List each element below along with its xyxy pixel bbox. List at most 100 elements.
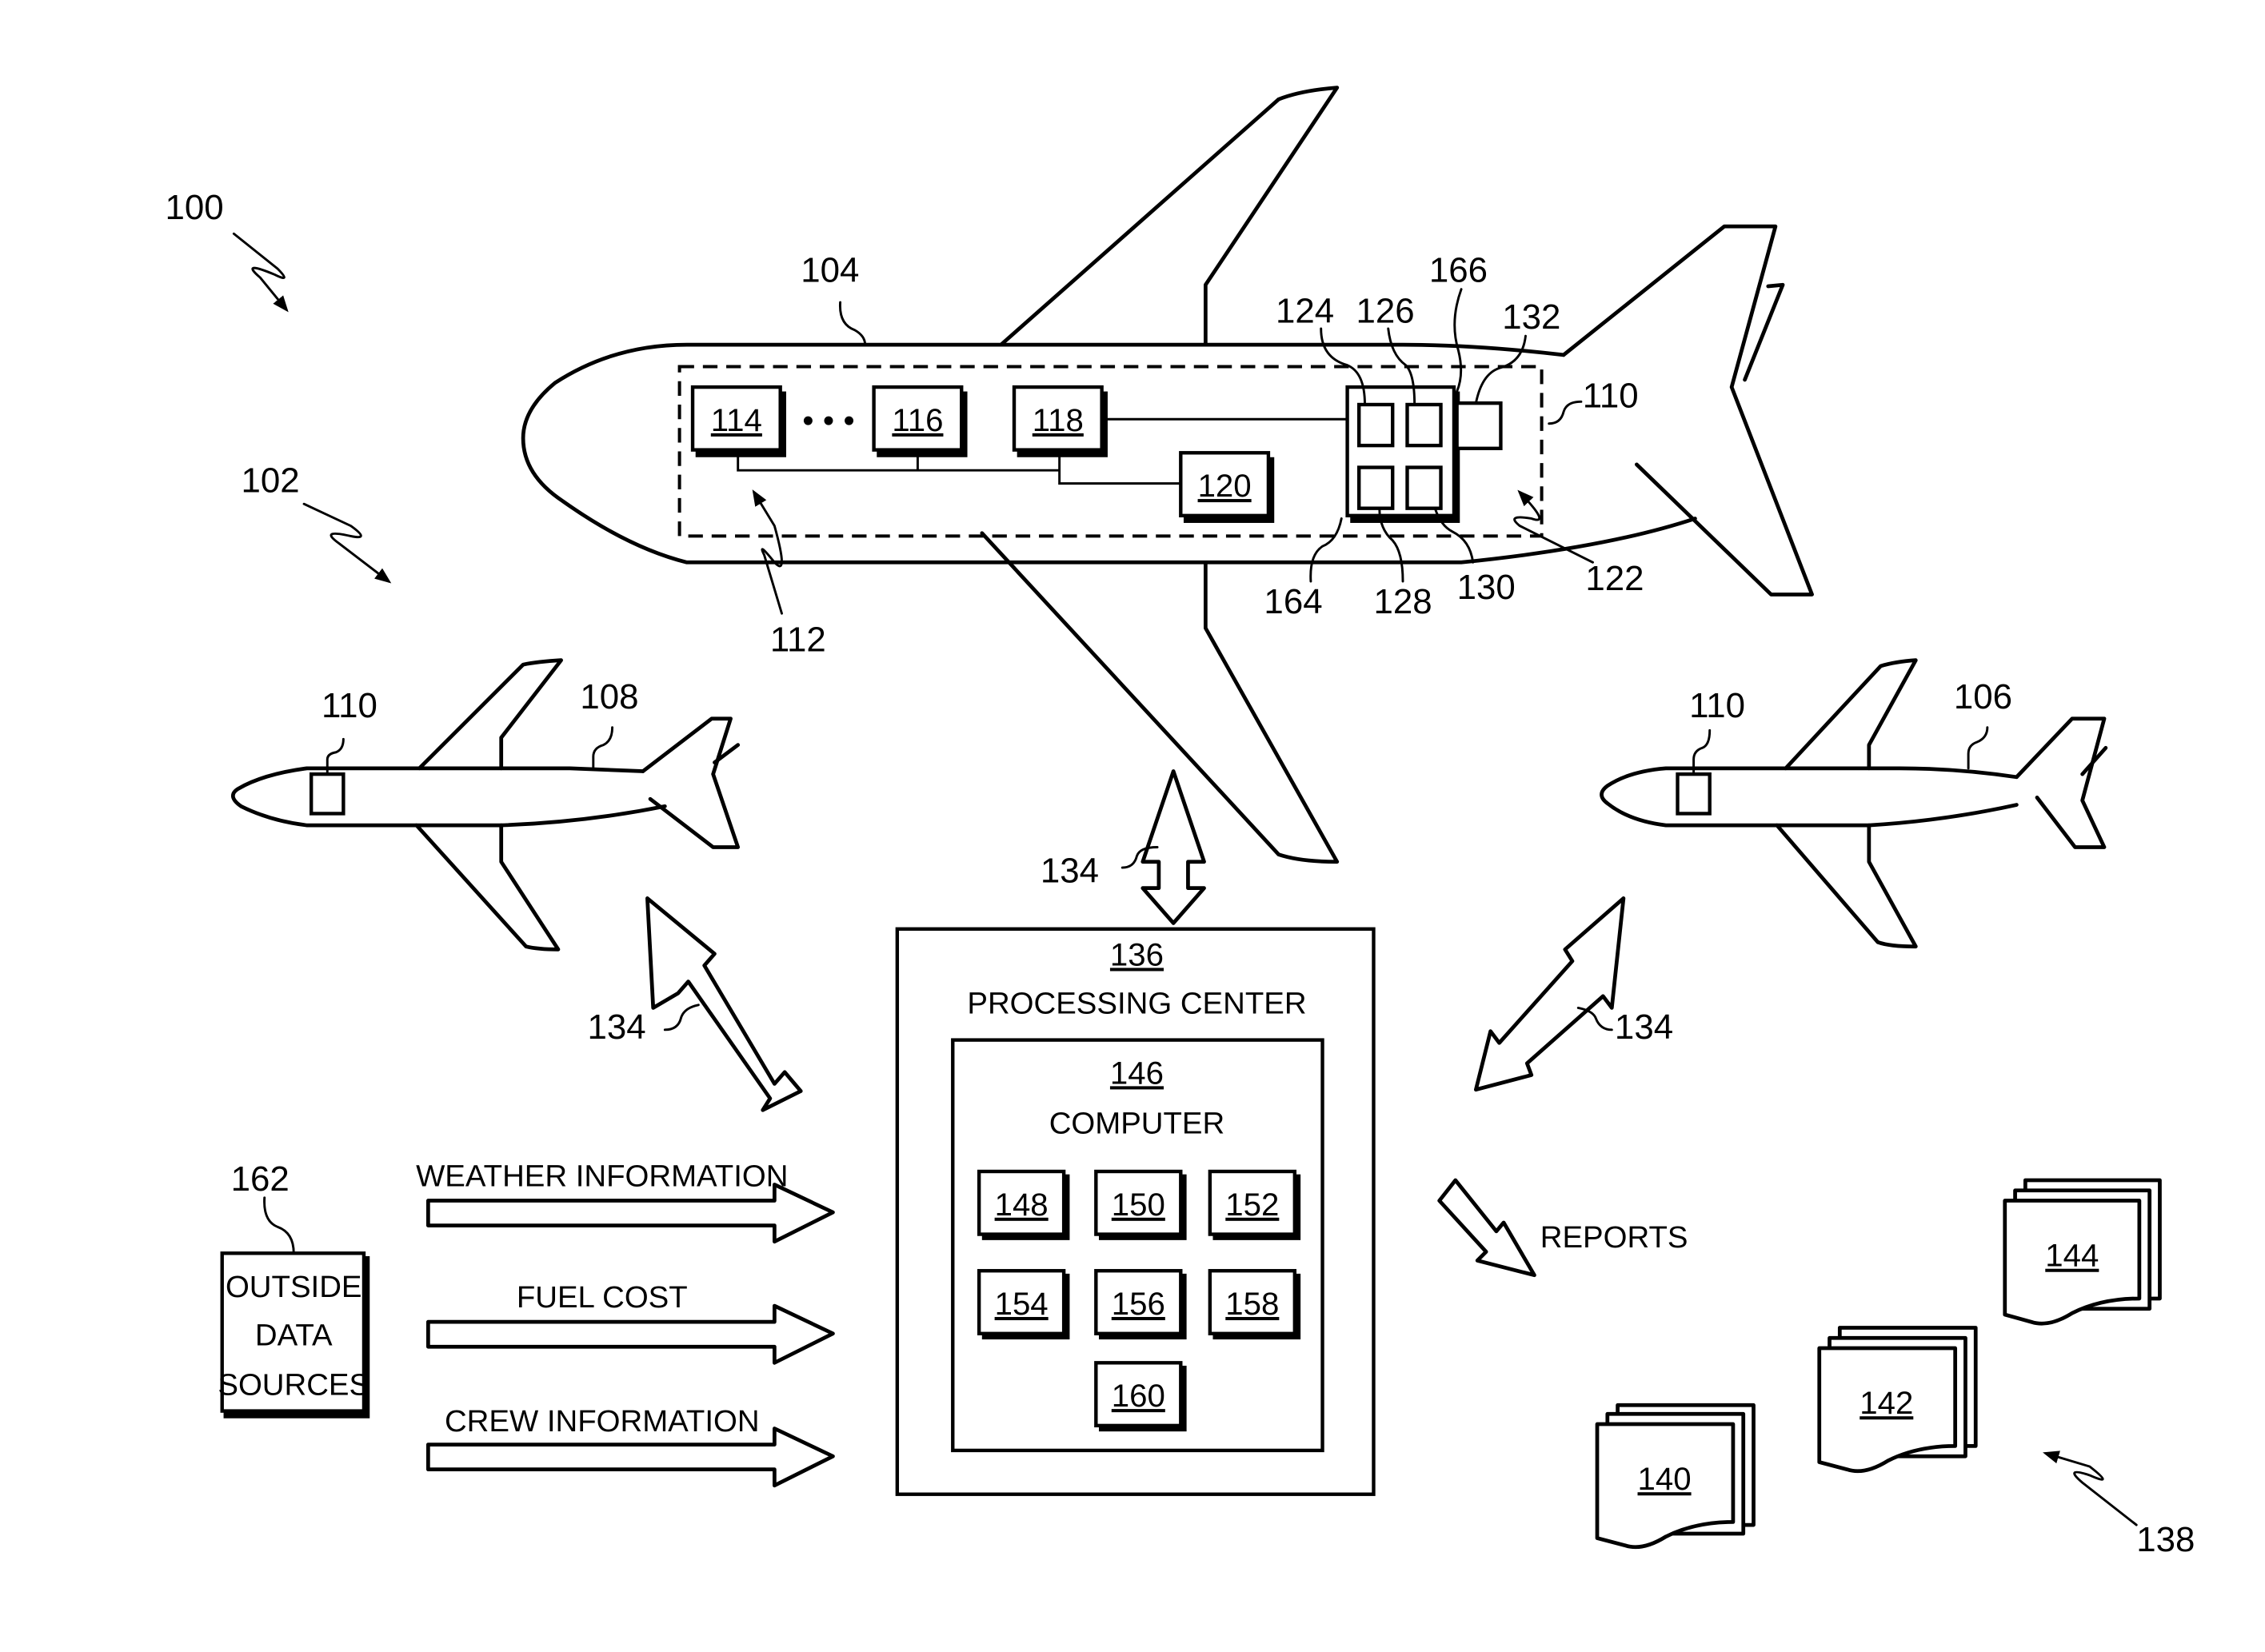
- computer-ref: 146: [1110, 1055, 1164, 1091]
- computer-module-158[interactable]: 158: [1208, 1269, 1301, 1340]
- bidirectional-arrow-left-icon: [645, 896, 803, 1112]
- left-lower-wing: [414, 823, 561, 952]
- input-crew-label: CREW INFORMATION: [445, 1404, 760, 1439]
- fleet-ref-arrow-icon: [302, 502, 392, 584]
- module-114-label: 114: [711, 402, 762, 438]
- computer-module-152[interactable]: 152: [1208, 1169, 1301, 1240]
- bidirectional-arrow-right-icon: [1473, 896, 1626, 1092]
- report-142-label: 142: [1860, 1385, 1913, 1421]
- input-fuel-label: FUEL COST: [517, 1280, 688, 1315]
- computer-module-150[interactable]: 150: [1094, 1169, 1187, 1240]
- computer-module-160-label: 160: [1112, 1378, 1165, 1414]
- outside-data-leader: [263, 1196, 295, 1255]
- outside-data-line-1: OUTSIDE: [226, 1270, 362, 1304]
- leader-166: [1453, 288, 1463, 393]
- ref-124: 124: [1276, 292, 1334, 331]
- ref-122: 122: [1585, 559, 1644, 598]
- reports-group-ref: 138: [2136, 1520, 2195, 1559]
- right-aircraft-ref: 106: [1954, 677, 2012, 716]
- aircraft-main-leader: [839, 301, 867, 346]
- ellipsis: [803, 416, 854, 425]
- report-document-144[interactable]: 144: [2003, 1178, 2162, 1326]
- input-fuel: FUEL COST: [425, 1280, 835, 1365]
- processor-124[interactable]: [1357, 402, 1395, 448]
- processor-130[interactable]: [1405, 465, 1443, 510]
- right-upper-wing: [1784, 658, 1918, 771]
- processing-center-title: PROCESSING CENTER: [967, 987, 1306, 1021]
- input-weather-label: WEATHER INFORMATION: [416, 1159, 788, 1193]
- module-120-label: 120: [1198, 468, 1252, 504]
- aircraft-main-ref: 104: [801, 251, 859, 290]
- left-device-ref: 110: [322, 686, 378, 725]
- computer-module-158-label: 158: [1225, 1286, 1279, 1322]
- ref-128: 128: [1373, 582, 1432, 621]
- processing-center-ref: 136: [1110, 936, 1164, 972]
- processor-group-122[interactable]: [1345, 385, 1460, 523]
- aircraft-main: 114 116 118 120 104 124 126 166 132 110 …: [521, 86, 1814, 864]
- left-fuselage: [231, 766, 667, 828]
- right-device-ref: 110: [1689, 686, 1745, 725]
- fleet-ref-label: 102: [241, 461, 299, 501]
- link-right: 134: [1473, 896, 1673, 1092]
- module-118-label: 118: [1033, 402, 1084, 438]
- computer-module-148[interactable]: 148: [977, 1169, 1070, 1240]
- rear-fin: [1743, 282, 1785, 382]
- reports-group-arrow-icon: [2043, 1450, 2138, 1526]
- side-unit-132[interactable]: [1455, 401, 1503, 450]
- module-114[interactable]: 114: [690, 385, 786, 457]
- outside-data-ref: 162: [231, 1159, 290, 1199]
- report-document-140[interactable]: 140: [1595, 1403, 1756, 1550]
- right-fuselage: [1600, 766, 2019, 828]
- reports-arrow-icon: [1437, 1178, 1536, 1278]
- reports-output: REPORTS: [1437, 1178, 1688, 1278]
- input-crew: CREW INFORMATION: [425, 1404, 835, 1488]
- system-ref-label: 100: [165, 188, 223, 227]
- report-document-142[interactable]: 142: [1817, 1326, 1978, 1474]
- processing-center[interactable]: 136 PROCESSING CENTER 146 COMPUTER 148 1…: [895, 927, 1376, 1496]
- ref-126: 126: [1356, 292, 1415, 331]
- computer-module-154[interactable]: 154: [977, 1269, 1070, 1340]
- report-140-label: 140: [1638, 1461, 1692, 1497]
- patent-figure: 100 102 114 116 118 120 104 124 126 166 …: [165, 86, 2195, 1559]
- system-ref-arrow-icon: [232, 232, 289, 313]
- outside-data-line-2: DATA: [255, 1318, 333, 1352]
- ref-132: 132: [1502, 297, 1560, 337]
- outside-data-line-3: SOURCES: [218, 1368, 370, 1403]
- aircraft-right: 110 106: [1600, 658, 2108, 949]
- network-arrow-icon: [752, 489, 783, 615]
- computer-module-156[interactable]: 156: [1094, 1269, 1187, 1340]
- left-tail: [641, 716, 741, 849]
- left-aircraft-ref: 108: [580, 677, 638, 716]
- input-weather: WEATHER INFORMATION: [416, 1159, 835, 1244]
- computer-title: COMPUTER: [1049, 1107, 1225, 1141]
- right-aircraft-leader: [1967, 726, 1989, 770]
- right-tail: [2015, 716, 2107, 849]
- left-aircraft-leader: [592, 726, 614, 770]
- link-right-ref: 134: [1615, 1008, 1673, 1047]
- computer-module-152-label: 152: [1225, 1187, 1279, 1223]
- computer-module-148-label: 148: [995, 1187, 1049, 1223]
- module-116[interactable]: 116: [872, 385, 968, 457]
- module-116-label: 116: [892, 402, 943, 438]
- outside-data-sources[interactable]: OUTSIDE DATA SOURCES 162: [218, 1159, 370, 1419]
- aircraft-left: 110 108: [231, 658, 741, 952]
- computer[interactable]: 146 COMPUTER 148 150 152 154 156 158 160: [951, 1038, 1324, 1453]
- leader-110: [1548, 400, 1583, 425]
- left-upper-wing: [417, 658, 563, 771]
- left-device-110[interactable]: [309, 772, 346, 816]
- module-120[interactable]: 120: [1179, 451, 1275, 523]
- link-left: 134: [587, 896, 803, 1112]
- computer-module-156-label: 156: [1112, 1286, 1165, 1322]
- computer-module-160[interactable]: 160: [1094, 1361, 1187, 1432]
- processor-128[interactable]: [1357, 465, 1395, 510]
- fleet-reference: 102: [241, 461, 392, 584]
- link-center-ref: 134: [1041, 851, 1099, 890]
- reports-label: REPORTS: [1540, 1220, 1688, 1255]
- report-144-label: 144: [2045, 1238, 2099, 1274]
- module-118[interactable]: 118: [1012, 385, 1108, 457]
- ref-130: 130: [1457, 568, 1516, 607]
- right-device-110[interactable]: [1676, 772, 1712, 816]
- computer-module-154-label: 154: [995, 1286, 1049, 1322]
- computer-module-150-label: 150: [1112, 1187, 1165, 1223]
- processor-126[interactable]: [1405, 402, 1443, 448]
